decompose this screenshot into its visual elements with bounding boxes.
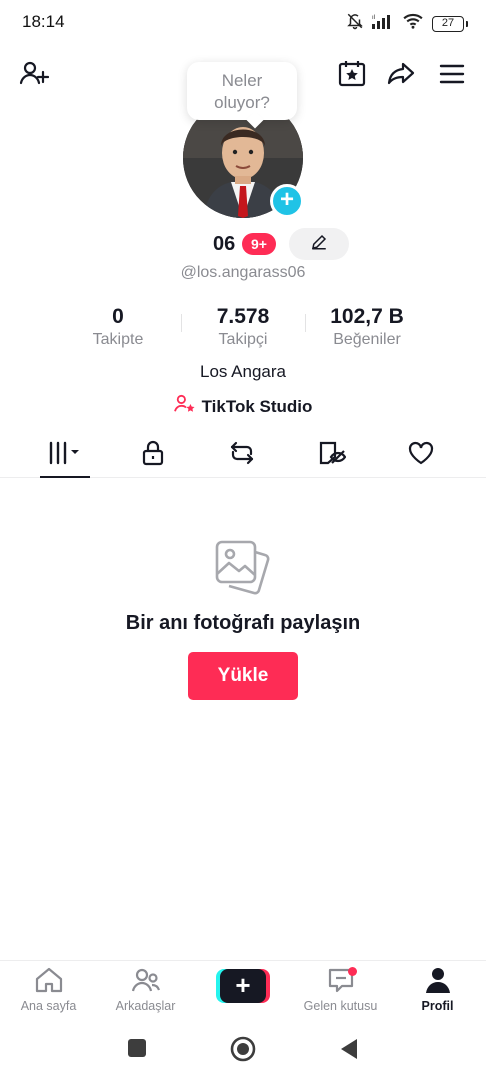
stat-divider bbox=[181, 314, 182, 332]
followers-count: 7.578 bbox=[216, 305, 270, 328]
bubble-line-1: Neler bbox=[221, 71, 263, 90]
mute-bell-icon bbox=[346, 12, 364, 35]
hidden-tag-icon bbox=[318, 440, 347, 471]
tab-private[interactable] bbox=[118, 432, 188, 478]
nickname: 06 bbox=[213, 233, 236, 255]
profile-icon bbox=[423, 966, 453, 999]
stats-row: 0 Takipte 7.578 Takipçi 102,7 B Beğenile… bbox=[0, 304, 486, 350]
videos-grid-icon bbox=[47, 440, 83, 471]
username: @los.angarass06 bbox=[180, 264, 306, 281]
likes-count: 102,7 B bbox=[330, 305, 404, 328]
menu-icon[interactable] bbox=[436, 58, 468, 90]
system-nav-bar bbox=[0, 1024, 486, 1080]
status-bar: 18:14 ıl 27 bbox=[0, 0, 486, 46]
signal-icon: ıl bbox=[372, 13, 394, 34]
share-icon[interactable] bbox=[385, 58, 417, 90]
nav-friends[interactable]: Arkadaşlar bbox=[97, 967, 194, 1013]
pencil-icon bbox=[310, 233, 328, 256]
tab-liked[interactable] bbox=[386, 432, 456, 478]
heart-icon bbox=[407, 440, 435, 471]
followers-label: Takipçi bbox=[218, 331, 268, 348]
nav-home[interactable]: Ana sayfa bbox=[0, 967, 97, 1013]
name-row: 06 9+ bbox=[0, 228, 486, 262]
followers-stat[interactable]: 7.578 Takipçi bbox=[183, 304, 303, 350]
studio-user-star-icon bbox=[173, 394, 196, 419]
wifi-icon bbox=[402, 13, 424, 34]
bubble-line-2: oluyor? bbox=[214, 93, 270, 112]
upload-button[interactable]: Yükle bbox=[188, 652, 298, 700]
nav-inbox-label: Gelen kutusu bbox=[303, 999, 378, 1013]
notification-badge[interactable]: 9+ bbox=[242, 233, 276, 255]
add-avatar-button[interactable]: + bbox=[270, 184, 304, 218]
create-button[interactable]: + bbox=[216, 969, 270, 1003]
bottom-nav: Ana sayfa Arkadaşlar + Gelen kutusu Prof… bbox=[0, 960, 486, 1024]
nav-home-label: Ana sayfa bbox=[20, 999, 77, 1013]
home-icon bbox=[34, 966, 64, 999]
nav-friends-label: Arkadaşlar bbox=[115, 999, 176, 1013]
calendar-star-icon[interactable] bbox=[336, 58, 368, 90]
tab-videos[interactable] bbox=[30, 432, 100, 478]
stat-divider bbox=[305, 314, 306, 332]
edit-profile-button[interactable] bbox=[289, 228, 349, 260]
nav-profile-label: Profil bbox=[421, 999, 454, 1013]
status-icons: ıl 27 bbox=[346, 12, 468, 35]
add-friend-icon[interactable] bbox=[18, 58, 50, 90]
create-icon: + bbox=[220, 969, 266, 1003]
tab-tagged[interactable] bbox=[297, 432, 367, 478]
svg-text:ıl: ıl bbox=[372, 15, 375, 21]
content-tabs bbox=[0, 432, 486, 478]
empty-message: Bir anı fotoğrafı paylaşın bbox=[125, 612, 361, 634]
battery-icon: 27 bbox=[432, 15, 468, 32]
back-icon[interactable] bbox=[339, 1038, 359, 1065]
status-time: 18:14 bbox=[22, 12, 65, 31]
nav-profile[interactable]: Profil bbox=[389, 967, 486, 1013]
lock-icon bbox=[141, 440, 165, 471]
likes-label: Beğeniler bbox=[333, 331, 401, 348]
likes-stat[interactable]: 102,7 B Beğeniler bbox=[307, 304, 427, 350]
repost-icon bbox=[228, 440, 256, 471]
nav-inbox[interactable]: Gelen kutusu bbox=[292, 967, 389, 1013]
following-stat[interactable]: 0 Takipte bbox=[58, 304, 178, 350]
status-bubble[interactable]: Neler oluyor? bbox=[187, 62, 297, 120]
home-button-icon[interactable] bbox=[230, 1036, 256, 1067]
following-count: 0 bbox=[112, 305, 124, 328]
studio-label: TikTok Studio bbox=[201, 396, 313, 416]
photo-stack-icon bbox=[215, 538, 271, 601]
inbox-unread-dot bbox=[348, 967, 357, 976]
tab-reposts[interactable] bbox=[207, 432, 277, 478]
following-label: Takipte bbox=[92, 331, 144, 348]
friends-icon bbox=[131, 966, 161, 999]
tiktok-studio-link[interactable]: TikTok Studio bbox=[0, 394, 486, 419]
active-tab-indicator bbox=[40, 476, 90, 478]
recent-apps-icon[interactable] bbox=[127, 1038, 147, 1063]
display-name: Los Angara bbox=[199, 362, 286, 381]
